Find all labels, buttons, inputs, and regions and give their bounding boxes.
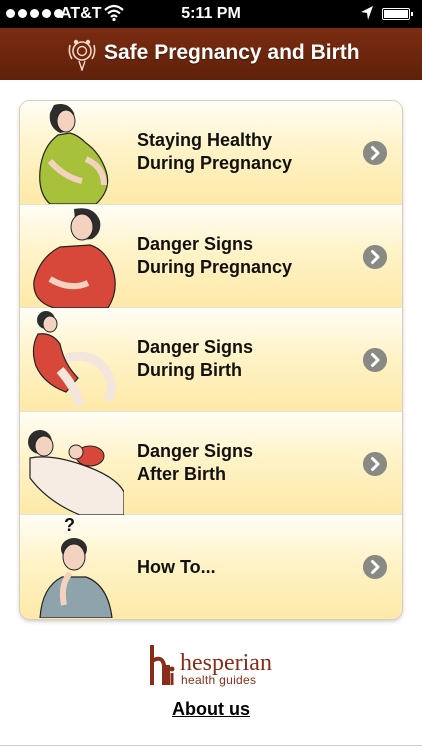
brand-name: hesperian [180,650,272,676]
menu-item-label: Danger Signs During Birth [137,337,254,381]
menu-item-how-to[interactable]: ? How To... [20,515,402,619]
pregnant-woman-worried-icon [33,207,116,308]
menu-item-label: Staying Healthy During Pregnancy [137,130,293,174]
battery-icon [382,8,413,20]
topic-menu: Staying Healthy During Pregnancy Danger … [20,101,402,619]
menu-item-label: Danger Signs During Pregnancy [137,233,293,277]
location-arrow-icon [361,6,373,20]
chevron-right-icon [363,451,387,476]
brand-tagline: health guides [181,673,257,687]
app-title: Safe Pregnancy and Birth [104,41,360,64]
about-us-link[interactable]: About us [0,699,422,720]
hesperian-mark-icon [150,645,175,685]
chevron-right-icon [363,141,387,165]
menu-item-label: Danger Signs After Birth [137,441,254,485]
chevron-right-icon [363,244,387,269]
pregnancy-logo-icon [68,39,96,71]
svg-text:?: ? [64,515,75,535]
menu-item-danger-pregnancy[interactable]: Danger Signs During Pregnancy [20,204,402,309]
menu-item-danger-birth[interactable]: Danger Signs During Birth [20,308,402,412]
woman-giving-birth-icon [32,311,116,408]
mother-with-newborn-icon [28,429,124,515]
divider [0,745,422,746]
menu-item-staying-healthy[interactable]: Staying Healthy During Pregnancy [20,101,402,205]
menu-item-label: How To... [137,556,216,577]
status-bar: AT&T 5:11 PM [0,0,422,28]
clock: 5:11 PM [181,5,241,22]
menu-item-danger-after-birth[interactable]: Danger Signs After Birth [20,411,402,516]
app-header: Safe Pregnancy and Birth [0,28,422,80]
pregnant-woman-standing-icon [39,104,109,204]
chevron-right-icon [363,348,387,373]
woman-thinking-question-icon: ? [39,515,113,619]
chevron-right-icon [363,555,387,580]
